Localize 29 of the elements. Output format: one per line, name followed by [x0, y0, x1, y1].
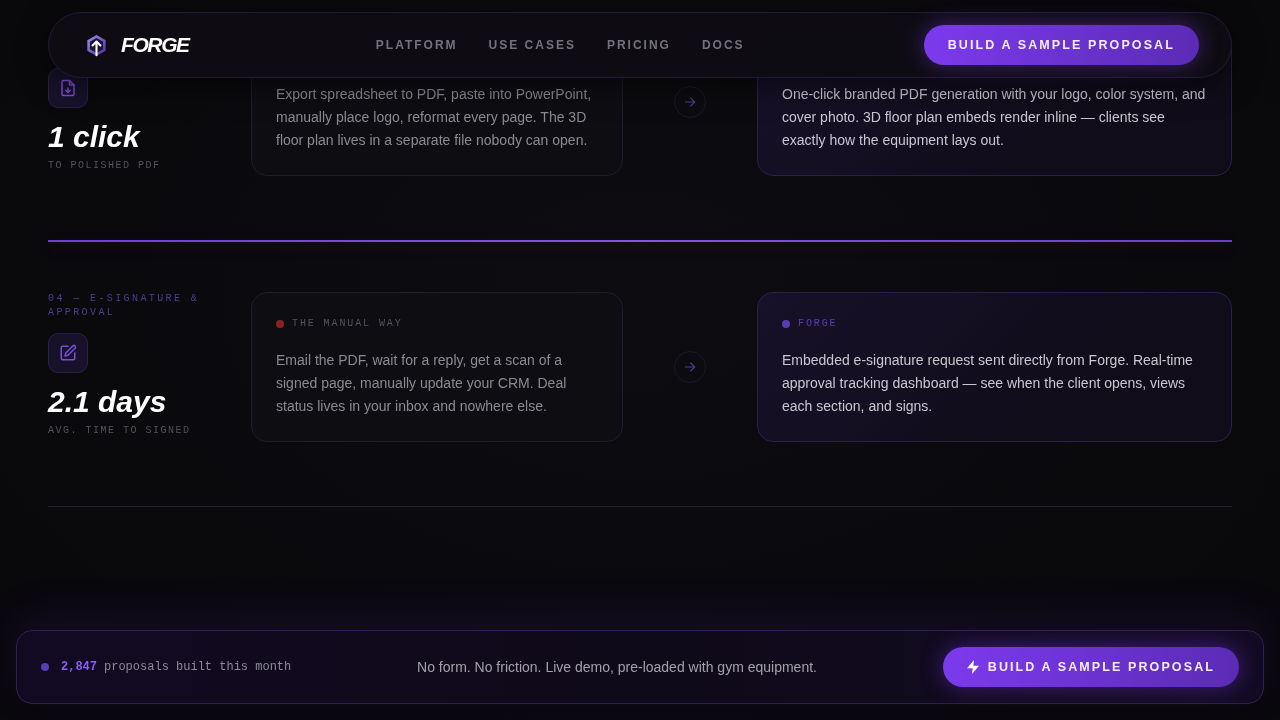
nav-link[interactable]: DOCS: [701, 38, 745, 52]
count-label: proposals built this month: [104, 660, 292, 674]
proposal-count: 2,847: [61, 660, 97, 674]
dot-icon: [782, 320, 790, 328]
logo-icon: [86, 33, 107, 57]
card-text: Email the PDF, wait for a reply, get a scan of a signed page, manually update your CRM. Deal status lives in your inbox and nowhere else.: [276, 351, 568, 416]
metric-value: 1 click: [48, 119, 140, 155]
card-text: Export spreadsheet to PDF, paste into PowerPoint, manually place logo, reformat every page. The 3D floor plan lives in a separate file nobody can open.: [276, 85, 593, 150]
nav-link[interactable]: PRICING: [606, 38, 671, 52]
arrow-right-icon: [674, 351, 706, 383]
bar-message: No form. No friction. Live demo, pre-loaded with gym equipment.: [417, 659, 817, 675]
section-label: 04 — E-SIGNATURE & APPROVAL: [48, 292, 201, 320]
brand-name: FORGE: [121, 33, 189, 57]
nav-link[interactable]: PLATFORM: [375, 38, 458, 52]
card-text: Embedded e-signature request sent directly from Forge. Real-time approval tracking dashboard — see when the client opens, views each section, and signs.: [782, 351, 1194, 416]
nav-link[interactable]: USE CASES: [488, 38, 576, 52]
pencil-square-icon: [48, 333, 88, 373]
dot-icon: [276, 320, 284, 328]
card-tag: THE MANUAL WAY: [292, 317, 403, 331]
card-tag: FORGE: [798, 317, 838, 331]
lightning-icon: [966, 660, 979, 674]
metric-caption: TO POLISHED PDF: [48, 159, 161, 173]
cta-button[interactable]: BUILD A SAMPLE PROPOSAL: [942, 647, 1239, 687]
arrow-right-icon: [674, 86, 706, 118]
metric-value: 2.1 days: [48, 384, 167, 420]
cta-button[interactable]: BUILD A SAMPLE PROPOSAL: [923, 25, 1199, 65]
dot-icon: [41, 663, 49, 671]
card-text: One-click branded PDF generation with your logo, color system, and cover photo. 3D floor plan embeds render inline — clients see exactly how the equipment lays out.: [782, 85, 1207, 150]
metric-caption: AVG. TIME TO SIGNED: [48, 424, 191, 438]
